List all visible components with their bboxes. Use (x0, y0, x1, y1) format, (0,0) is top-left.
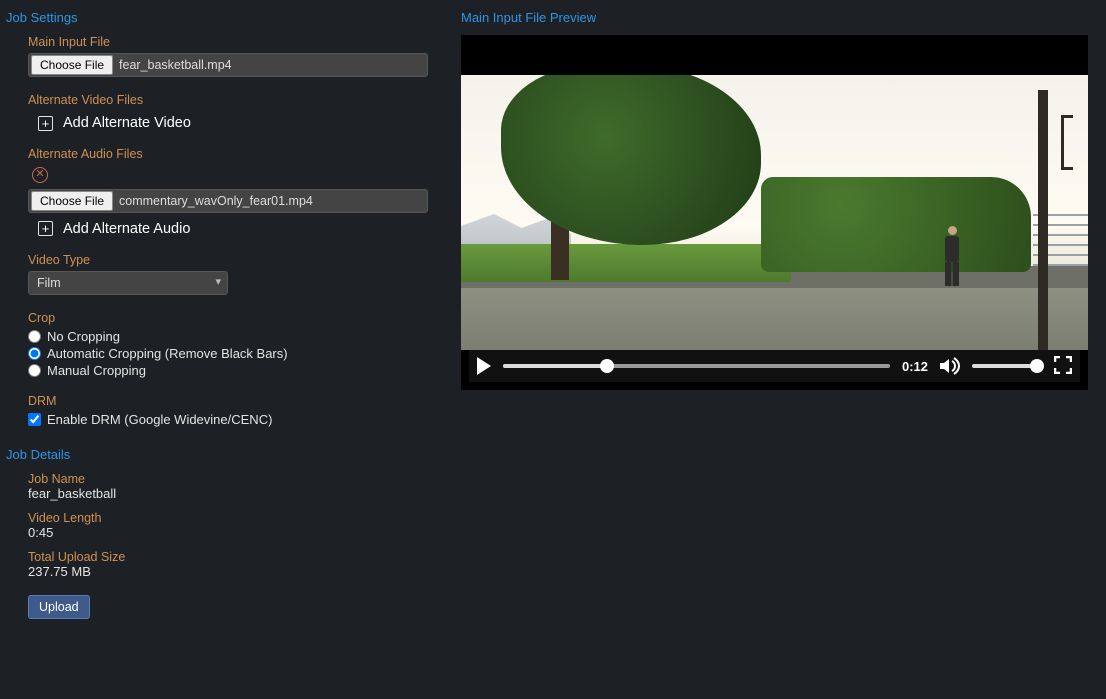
playback-time: 0:12 (902, 359, 928, 374)
video-type-select[interactable]: Film (28, 271, 228, 295)
job-details-heading: Job Details (6, 447, 441, 462)
crop-label: Crop (28, 311, 441, 325)
fullscreen-icon[interactable] (1054, 356, 1072, 377)
plus-icon: + (38, 116, 53, 131)
volume-bar[interactable] (972, 364, 1042, 368)
crop-radio-auto[interactable] (28, 347, 41, 360)
add-alternate-audio-label: Add Alternate Audio (63, 221, 190, 237)
main-input-file-label: Main Input File (28, 35, 441, 49)
crop-option-manual[interactable]: Manual Cropping (28, 363, 441, 378)
video-length-value: 0:45 (28, 525, 441, 540)
main-input-file-row: Choose File fear_basketball.mp4 (28, 53, 428, 77)
drm-label: DRM (28, 394, 441, 408)
volume-thumb[interactable] (1030, 359, 1044, 373)
crop-radio-manual[interactable] (28, 364, 41, 377)
drm-enable-row[interactable]: Enable DRM (Google Widevine/CENC) (28, 412, 441, 427)
add-alternate-audio-button[interactable]: + Add Alternate Audio (28, 221, 441, 237)
job-name-label: Job Name (28, 472, 441, 486)
drm-checkbox[interactable] (28, 413, 41, 426)
video-type-selected-value: Film (37, 276, 61, 290)
main-input-filename: fear_basketball.mp4 (119, 58, 232, 72)
crop-option-auto[interactable]: Automatic Cropping (Remove Black Bars) (28, 346, 441, 361)
video-controls: 0:12 (469, 350, 1080, 382)
preview-heading: Main Input File Preview (461, 10, 1100, 25)
crop-option-none[interactable]: No Cropping (28, 329, 441, 344)
total-upload-size-label: Total Upload Size (28, 550, 441, 564)
alternate-audio-files-label: Alternate Audio Files (28, 147, 441, 161)
total-upload-size-value: 237.75 MB (28, 564, 441, 579)
video-preview: 0:12 (461, 35, 1088, 390)
add-alternate-video-label: Add Alternate Video (63, 115, 191, 131)
video-length-label: Video Length (28, 511, 441, 525)
plus-icon: + (38, 221, 53, 236)
crop-manual-text: Manual Cropping (47, 363, 146, 378)
job-name-value: fear_basketball (28, 486, 441, 501)
play-icon[interactable] (477, 357, 491, 375)
alt-audio-filename: commentary_wavOnly_fear01.mp4 (119, 194, 313, 208)
video-type-label: Video Type (28, 253, 441, 267)
drm-enable-text: Enable DRM (Google Widevine/CENC) (47, 412, 272, 427)
crop-auto-text: Automatic Cropping (Remove Black Bars) (47, 346, 288, 361)
add-alternate-video-button[interactable]: + Add Alternate Video (28, 115, 441, 131)
alt-audio-file-row: Choose File commentary_wavOnly_fear01.mp… (28, 189, 428, 213)
alternate-video-files-label: Alternate Video Files (28, 93, 441, 107)
upload-button[interactable]: Upload (28, 595, 90, 619)
volume-icon[interactable] (940, 357, 960, 375)
crop-none-text: No Cropping (47, 329, 120, 344)
seek-bar[interactable] (503, 364, 890, 368)
job-settings-heading: Job Settings (6, 10, 441, 25)
crop-radio-none[interactable] (28, 330, 41, 343)
video-frame-image (461, 75, 1088, 350)
choose-file-button-main[interactable]: Choose File (31, 55, 113, 75)
choose-file-button-alt-audio[interactable]: Choose File (31, 191, 113, 211)
remove-alt-audio-icon[interactable]: ✕ (32, 167, 48, 183)
seek-thumb[interactable] (600, 359, 614, 373)
